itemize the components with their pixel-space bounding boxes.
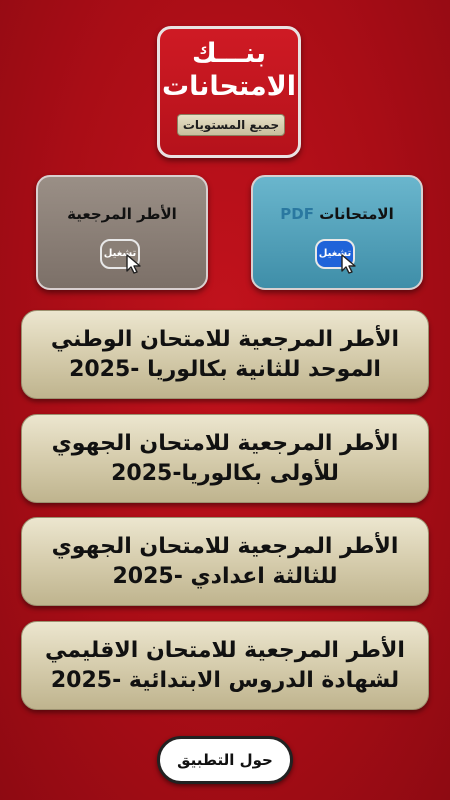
logo-title-line2: الامتحانات [161,71,297,102]
cursor-pointer-icon [126,254,141,274]
menu-item-line2: لشهادة الدروس الابتدائية -2025 [50,668,400,693]
menu-item-line2: للأولى بكالوريا-2025 [111,461,339,486]
menu-item-regional-exam-first-bac[interactable]: الأطر المرجعية للامتحان الجهوي للأولى بك… [21,414,429,503]
about-app-button[interactable]: حول التطبيق [157,736,293,784]
menu-item-line2: الموحد للثانية بكالوريا -2025 [69,357,381,382]
play-button[interactable]: تشغيل [100,237,146,275]
play-button[interactable]: تشغيل [315,237,361,275]
card-title: الامتحانات PDF [253,205,421,223]
card-title-pdf: PDF [280,205,314,223]
menu-item-line1: الأطر المرجعية للامتحان الجهوي [51,534,399,559]
menu-item-line1: الأطر المرجعية للامتحان الاقليمي [45,638,405,663]
menu-item-line1: الأطر المرجعية للامتحان الجهوي [51,431,399,456]
reference-frameworks-card[interactable]: الأطر المرجعية تشغيل [36,175,208,290]
cursor-pointer-icon [341,254,356,274]
menu-item-line1: الأطر المرجعية للامتحان الوطني [50,327,400,352]
menu-item-provincial-exam-primary[interactable]: الأطر المرجعية للامتحان الاقليمي لشهادة … [21,621,429,710]
menu-item-regional-exam-middle-school[interactable]: الأطر المرجعية للامتحان الجهوي للثالثة ا… [21,517,429,606]
card-title: الأطر المرجعية [67,205,177,223]
card-title-main: الامتحانات [319,205,394,223]
menu-item-national-exam[interactable]: الأطر المرجعية للامتحان الوطني الموحد لل… [21,310,429,399]
exams-pdf-card[interactable]: الامتحانات PDF تشغيل [251,175,423,290]
menu-item-line2: للثالثة اعدادي -2025 [112,564,338,589]
logo-badge: جميع المستويات [177,114,285,136]
logo-title-line1: بنـــك [192,38,266,69]
app-logo: بنـــك الامتحانات جميع المستويات [157,26,301,158]
